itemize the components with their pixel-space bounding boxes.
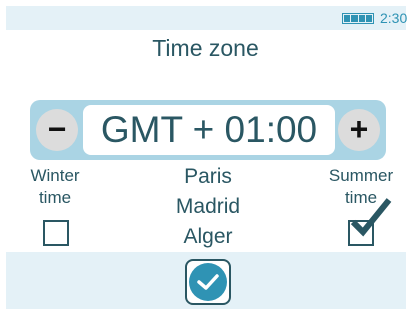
winter-time-checkbox[interactable] (43, 220, 69, 246)
status-time: 2:30 (380, 10, 408, 26)
city-item: Paris (184, 165, 232, 188)
city-list: Paris Madrid Alger (150, 162, 266, 252)
decrease-offset-button[interactable]: − (36, 109, 78, 151)
timezone-value: GMT + 01:00 (83, 105, 335, 155)
winter-label-line2: time (38, 188, 72, 207)
summer-label-line1: Summer (328, 166, 394, 185)
winter-time-label: Winter time (15, 165, 95, 209)
checkmark-icon (197, 274, 219, 290)
city-item: Madrid (175, 195, 241, 218)
winter-label-line1: Winter (30, 166, 80, 185)
city-item: Alger (183, 225, 233, 248)
page-title: Time zone (152, 35, 259, 61)
increase-offset-button[interactable]: + (338, 109, 380, 151)
summer-checkmark-icon (350, 198, 392, 237)
confirm-button[interactable] (185, 259, 231, 305)
battery-icon (342, 13, 374, 24)
